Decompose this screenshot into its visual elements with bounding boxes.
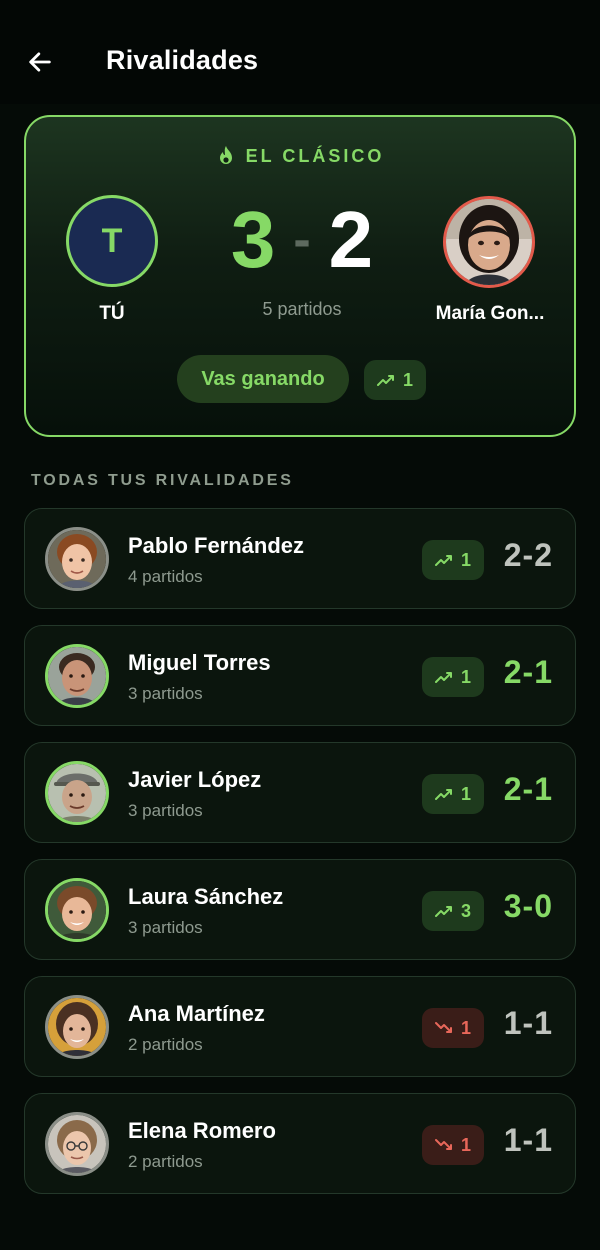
rival-name: Ana Martínez [128, 1001, 265, 1026]
trend-down-icon [434, 1022, 452, 1033]
rival-avatar [45, 878, 109, 942]
featured-streak-badge: 1 [364, 360, 426, 400]
opponent-avatar[interactable] [443, 196, 535, 288]
opponent-name: María Gon... [435, 303, 545, 324]
rival-trend-value: 1 [460, 666, 471, 687]
arrow-left-icon [29, 52, 51, 72]
featured-tag-label: EL CLÁSICO [245, 145, 385, 166]
featured-score-separator: - [293, 211, 311, 269]
rival-name: Laura Sánchez [128, 884, 284, 909]
app-header: Rivalidades [0, 0, 600, 104]
rival-row[interactable]: Laura Sánchez 3 partidos 3 3-0 [24, 859, 576, 960]
rival-trend-badge: 3 [422, 891, 484, 931]
my-name: TÚ [99, 303, 125, 324]
rival-matches: 4 partidos [128, 567, 203, 586]
trend-down-icon [434, 1139, 452, 1150]
trend-up-icon [434, 789, 452, 800]
status-pill: Vas ganando [177, 355, 349, 403]
featured-streak-value: 1 [402, 369, 413, 390]
featured-matches: 5 partidos [262, 299, 342, 319]
rival-avatar [45, 995, 109, 1059]
rival-row[interactable]: Ana Martínez 2 partidos 1 1-1 [24, 976, 576, 1077]
rival-trend-badge: 1 [422, 657, 484, 697]
featured-tag: EL CLÁSICO [26, 145, 574, 167]
rival-matches: 2 partidos [128, 1152, 203, 1171]
rival-row[interactable]: Pablo Fernández 4 partidos 1 2-2 [24, 508, 576, 609]
rival-trend-badge: 1 [422, 774, 484, 814]
trend-up-icon [434, 672, 452, 683]
flame-icon [219, 146, 232, 164]
my-avatar: T [66, 195, 158, 287]
rival-name: Pablo Fernández [128, 533, 305, 558]
rivals-list: Pablo Fernández 4 partidos 1 2-2 Miguel … [24, 508, 576, 1210]
rival-matches: 3 partidos [128, 684, 203, 703]
rival-trend-badge: 1 [422, 1008, 484, 1048]
rival-trend-badge: 1 [422, 1125, 484, 1165]
trend-up-icon [376, 375, 394, 386]
rival-score: 1-1 [503, 1122, 553, 1158]
rival-matches: 2 partidos [128, 1035, 203, 1054]
rival-name: Elena Romero [128, 1118, 276, 1143]
rival-score: 2-1 [503, 654, 553, 690]
rival-trend-value: 1 [460, 1017, 471, 1038]
featured-score-me: 3 [230, 195, 276, 284]
rival-score: 1-1 [503, 1005, 553, 1041]
featured-score: 3 - 2 [214, 195, 390, 285]
trend-up-icon [434, 906, 452, 917]
rival-trend-value: 1 [460, 783, 471, 804]
rival-avatar [45, 527, 109, 591]
rival-trend-value: 3 [460, 900, 471, 921]
rival-score: 3-0 [503, 888, 553, 924]
rival-trend-value: 1 [460, 1134, 471, 1155]
rival-trend-value: 1 [460, 549, 471, 570]
trend-up-icon [434, 555, 452, 566]
rival-score: 2-1 [503, 771, 553, 807]
rival-name: Miguel Torres [128, 650, 271, 675]
rival-row[interactable]: Elena Romero 2 partidos 1 1-1 [24, 1093, 576, 1194]
rival-avatar [45, 644, 109, 708]
rival-row[interactable]: Javier López 3 partidos 1 2-1 [24, 742, 576, 843]
featured-rivalry-card[interactable]: EL CLÁSICO T TÚ 3 - 2 5 partidos María G… [24, 115, 576, 437]
status-label: Vas ganando [201, 367, 325, 390]
featured-score-opponent: 2 [328, 195, 374, 284]
rival-name: Javier López [128, 767, 262, 792]
rival-avatar [45, 761, 109, 825]
section-label: TODAS TUS RIVALIDADES [31, 472, 294, 489]
rival-row[interactable]: Miguel Torres 3 partidos 1 2-1 [24, 625, 576, 726]
rival-avatar [45, 1112, 109, 1176]
rival-matches: 3 partidos [128, 918, 203, 937]
rival-matches: 3 partidos [128, 801, 203, 820]
back-button[interactable] [22, 44, 58, 80]
my-avatar-initial: T [101, 221, 123, 260]
rival-score: 2-2 [503, 537, 553, 573]
rival-trend-badge: 1 [422, 540, 484, 580]
page-title: Rivalidades [106, 45, 259, 75]
